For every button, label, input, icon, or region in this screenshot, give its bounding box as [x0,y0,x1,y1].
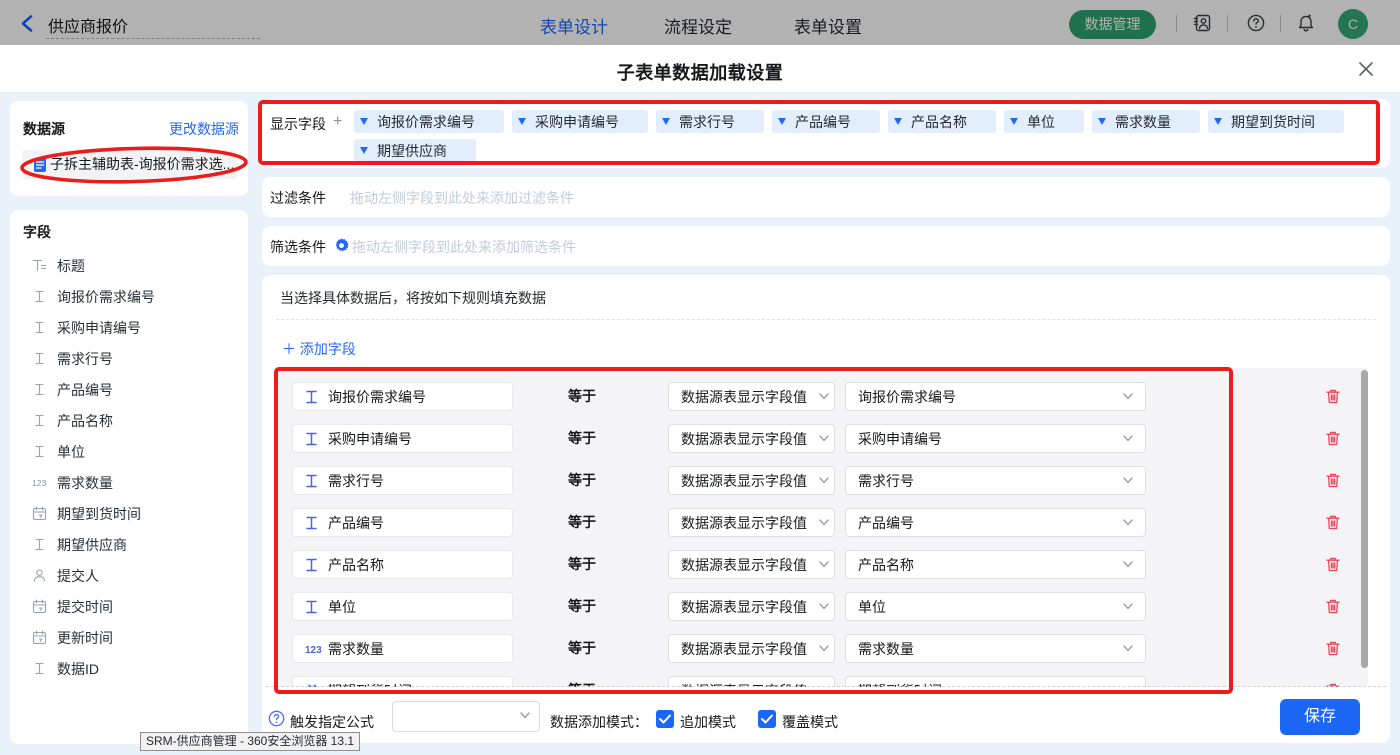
svg-text:123: 123 [305,645,322,656]
svg-text:123: 123 [32,478,46,488]
